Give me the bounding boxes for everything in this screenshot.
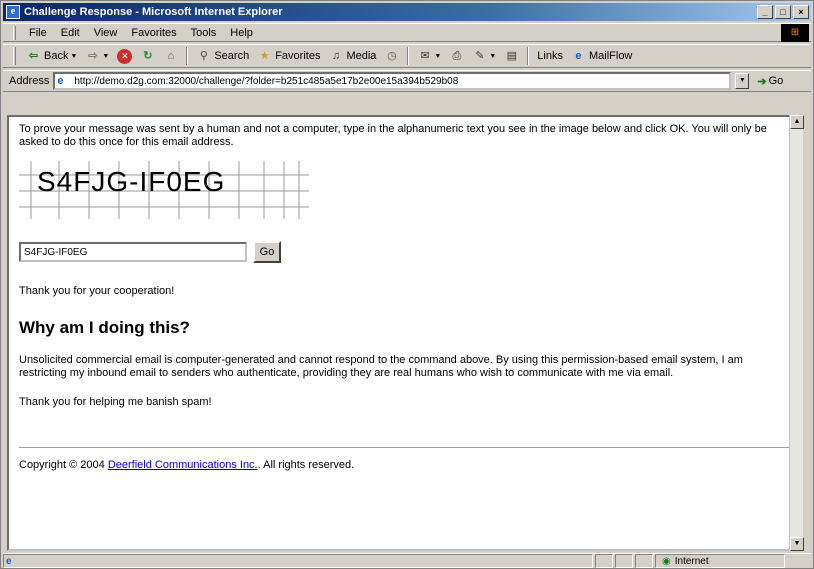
scroll-down-button[interactable]: ▼ <box>790 537 804 551</box>
address-input[interactable] <box>74 75 715 87</box>
captcha-image: S4FJG-IF0EG <box>19 161 309 219</box>
address-bar: Address e ▼ ➔ Go <box>3 70 811 92</box>
status-cell <box>635 554 653 568</box>
window-controls: _ □ × <box>757 5 809 19</box>
menu-edit[interactable]: Edit <box>54 27 87 39</box>
back-label: Back <box>44 50 69 62</box>
mailflow-label: MailFlow <box>588 50 633 62</box>
refresh-button[interactable]: ↻ <box>136 49 159 64</box>
history-button[interactable]: ◷ <box>380 49 403 64</box>
ie-page-icon: e <box>57 75 64 87</box>
menu-view[interactable]: View <box>87 27 125 39</box>
divider <box>19 447 795 449</box>
forward-button[interactable]: ⇨ ▼ <box>81 49 113 64</box>
go-arrow-icon: ➔ <box>757 75 767 88</box>
menu-help[interactable]: Help <box>223 27 260 39</box>
home-icon: ⌂ <box>167 49 175 62</box>
captcha-input[interactable] <box>19 242 247 262</box>
browser-window: e Challenge Response - Microsoft Interne… <box>0 0 814 569</box>
search-button[interactable]: ⚲ Search <box>192 49 253 64</box>
ie-page-icon: e <box>6 555 12 567</box>
media-label: Media <box>346 50 377 62</box>
media-button[interactable]: ♫ Media <box>324 49 380 64</box>
edit-icon: ✎ <box>475 49 485 62</box>
security-zone: ◉ Internet <box>655 554 785 568</box>
history-icon: ◷ <box>387 49 397 62</box>
go-label: Go <box>768 75 784 87</box>
intro-text: To prove your message was sent by a huma… <box>19 123 767 148</box>
status-cell <box>615 554 633 568</box>
favorites-icon: ★ <box>259 49 270 62</box>
menu-bar: File Edit View Favorites Tools Help ⊞ <box>3 23 811 42</box>
back-button[interactable]: ⇦ Back ▼ <box>22 49 81 64</box>
edit-button[interactable]: ✎ ▼ <box>468 49 500 64</box>
standard-toolbar: ⇦ Back ▼ ⇨ ▼ ✕ ↻ ⌂ ⚲ Search ★ Favorites … <box>3 44 811 68</box>
challenge-form: Go <box>19 241 789 263</box>
page-body: To prove your message was sent by a huma… <box>19 123 795 472</box>
search-label: Search <box>214 50 250 62</box>
links-label: Links <box>537 50 563 62</box>
submit-button[interactable]: Go <box>253 241 281 263</box>
address-go-button[interactable]: ➔ Go <box>757 75 783 88</box>
menu-favorites[interactable]: Favorites <box>124 27 183 39</box>
stop-icon: ✕ <box>117 48 133 64</box>
stop-button[interactable]: ✕ <box>113 48 136 64</box>
copyright: Copyright © 2004 Deerfield Communication… <box>19 459 789 472</box>
windows-logo-icon: ⊞ <box>781 23 809 42</box>
toolbar-separator <box>407 47 410 65</box>
discuss-icon: ▤ <box>506 49 517 62</box>
window-title: Challenge Response - Microsoft Internet … <box>24 6 283 18</box>
banish-text: Thank you for helping me banish spam! <box>19 396 212 408</box>
explanation-text: Unsolicited commercial email is computer… <box>19 354 743 379</box>
address-label: Address <box>9 75 50 87</box>
home-button[interactable]: ⌂ <box>159 49 182 64</box>
ie-page-icon: e <box>575 49 582 62</box>
section-heading: Why am I doing this? <box>19 318 190 337</box>
mail-button[interactable]: ✉ ▼ <box>413 49 445 64</box>
internet-globe-icon: ◉ <box>662 555 671 567</box>
close-button[interactable]: × <box>793 5 809 19</box>
toolbar-separator <box>527 47 530 65</box>
captcha-code: S4FJG-IF0EG <box>37 166 226 197</box>
status-main-panel: e <box>3 554 593 568</box>
menu-tools[interactable]: Tools <box>184 27 224 39</box>
print-icon: ⎙ <box>452 49 462 62</box>
zone-label: Internet <box>674 555 709 567</box>
chevron-down-icon: ▼ <box>434 52 442 60</box>
back-arrow-icon: ⇦ <box>28 49 39 62</box>
chevron-down-icon: ▼ <box>70 52 78 60</box>
chevron-down-icon: ▼ <box>489 52 497 60</box>
toolbar-grip <box>13 47 16 65</box>
favorites-button[interactable]: ★ Favorites <box>253 49 324 64</box>
copyright-suffix: . All rights reserved. <box>257 459 355 471</box>
vertical-scrollbar[interactable]: ▲ ▼ <box>789 115 804 551</box>
mail-icon: ✉ <box>420 49 430 62</box>
forward-arrow-icon: ⇨ <box>88 49 98 62</box>
chevron-down-icon: ▼ <box>102 52 110 60</box>
maximize-button[interactable]: □ <box>775 5 791 19</box>
menu-grip <box>13 25 16 40</box>
menu-file[interactable]: File <box>22 27 54 39</box>
discuss-button[interactable]: ▤ <box>500 49 523 64</box>
ie-logo-icon: e <box>6 5 20 19</box>
mailflow-link[interactable]: e MailFlow <box>567 49 636 64</box>
address-dropdown-button[interactable]: ▼ <box>735 73 750 89</box>
scroll-up-button[interactable]: ▲ <box>790 115 804 129</box>
toolbar-separator <box>186 47 189 65</box>
thanks-text: Thank you for your cooperation! <box>19 285 175 297</box>
print-button[interactable]: ⎙ <box>445 49 468 64</box>
copyright-prefix: Copyright © 2004 <box>19 459 105 471</box>
deerfield-link[interactable]: Deerfield Communications Inc. <box>108 459 258 471</box>
address-field[interactable]: e <box>53 72 732 90</box>
search-icon: ⚲ <box>199 49 208 62</box>
page-content: To prove your message was sent by a huma… <box>7 115 797 551</box>
status-bar: e ◉ Internet <box>3 553 811 568</box>
favorites-label: Favorites <box>275 50 321 62</box>
links-label-button[interactable]: Links <box>533 50 567 62</box>
media-icon: ♫ <box>331 49 341 62</box>
status-cell <box>595 554 613 568</box>
title-bar: e Challenge Response - Microsoft Interne… <box>3 3 811 21</box>
minimize-button[interactable]: _ <box>757 5 773 19</box>
refresh-icon: ↻ <box>143 49 153 62</box>
